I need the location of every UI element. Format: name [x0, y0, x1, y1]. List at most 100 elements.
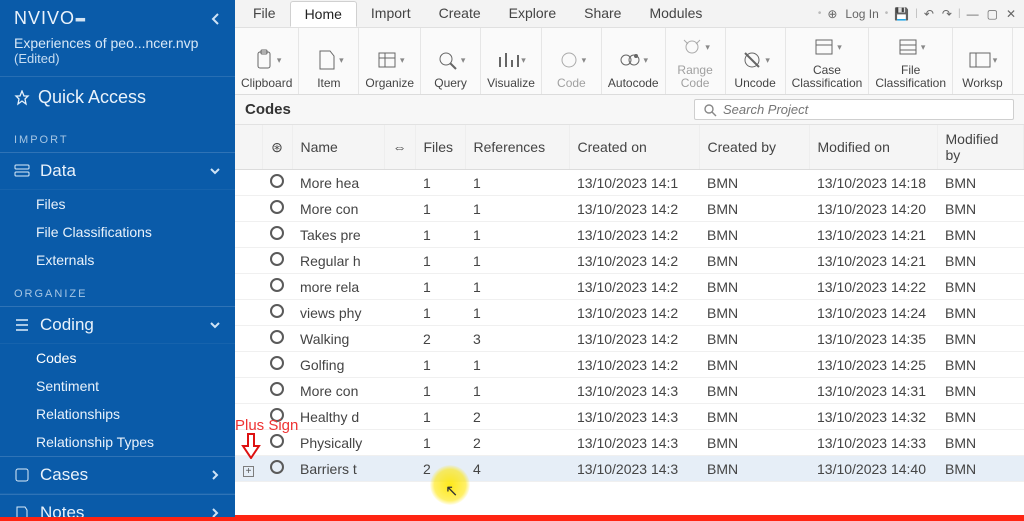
cell-refs: 1 [465, 274, 569, 300]
save-icon[interactable]: 💾 [890, 5, 913, 23]
code-row[interactable]: Walking2313/10/2023 14:2BMN13/10/2023 14… [235, 326, 1024, 352]
sidebar-group-data[interactable]: Data [0, 152, 235, 190]
cell-files: 1 [415, 274, 465, 300]
col-icon[interactable]: ⊛ [262, 125, 292, 170]
node-icon [262, 352, 292, 378]
brand-title: NVIVO▪▪▪ [14, 8, 84, 29]
sidebar-item-codes[interactable]: Codes [0, 344, 235, 372]
col-link-icon[interactable]: ⇔ [384, 125, 415, 170]
expand-toggle[interactable]: + [235, 456, 262, 482]
autocode-icon: ▾ [618, 45, 648, 75]
redo-icon[interactable]: ↷ [938, 5, 956, 23]
sidebar-item-reltypes[interactable]: Relationship Types [0, 428, 235, 456]
ribbon-autocode[interactable]: ▾Autocode [602, 28, 666, 94]
cell-modified-by: BMN [937, 326, 1024, 352]
sidebar-group-cases[interactable]: Cases [0, 456, 235, 494]
sidebar-item-sentiment[interactable]: Sentiment [0, 372, 235, 400]
code-row[interactable]: more rela1113/10/2023 14:2BMN13/10/2023 … [235, 274, 1024, 300]
ribbon-query[interactable]: ▾Query [421, 28, 481, 94]
cell-files: 1 [415, 404, 465, 430]
cell-modified-on: 13/10/2023 14:22 [809, 274, 937, 300]
cell-files: 2 [415, 456, 465, 482]
code-row[interactable]: Regular h1113/10/2023 14:2BMN13/10/2023 … [235, 248, 1024, 274]
sidebar-item-relationships[interactable]: Relationships [0, 400, 235, 428]
node-icon [262, 326, 292, 352]
cell-modified-on: 13/10/2023 14:32 [809, 404, 937, 430]
project-edited: (Edited) [14, 51, 221, 66]
ribbon-fileclass[interactable]: ▾File Classification [869, 28, 953, 94]
cell-refs: 2 [465, 404, 569, 430]
sidebar-group-coding[interactable]: Coding [0, 306, 235, 344]
cell-files: 1 [415, 248, 465, 274]
undo-icon[interactable]: ↶ [920, 5, 938, 23]
ribbon-uncode[interactable]: ▾Uncode [726, 28, 786, 94]
sidebar-item-files[interactable]: Files [0, 190, 235, 218]
cell-modified-by: BMN [937, 430, 1024, 456]
cell-modified-by: BMN [937, 352, 1024, 378]
code-row[interactable]: Takes pre1113/10/2023 14:2BMN13/10/2023 … [235, 222, 1024, 248]
clipboard-icon: ▾ [252, 45, 282, 75]
code-row[interactable]: Physically1213/10/2023 14:3BMN13/10/2023… [235, 430, 1024, 456]
chevron-down-icon [209, 319, 221, 331]
ribbon-clipboard[interactable]: ▾Clipboard [235, 28, 299, 94]
menu-tab-create[interactable]: Create [425, 1, 495, 27]
code-row[interactable]: Healthy d1213/10/2023 14:3BMN13/10/2023 … [235, 404, 1024, 430]
ribbon-expand-icon[interactable]: ⊕ [823, 5, 841, 23]
ribbon-rangecode: ▾Range Code [666, 28, 726, 94]
code-row[interactable]: More hea1113/10/2023 14:1BMN13/10/2023 1… [235, 170, 1024, 196]
col-modified-on[interactable]: Modified on [809, 125, 937, 170]
node-icon [262, 456, 292, 482]
cell-created-on: 13/10/2023 14:3 [569, 456, 699, 482]
login-link[interactable]: Log In [841, 5, 882, 23]
cell-created-on: 13/10/2023 14:1 [569, 170, 699, 196]
rangecode-icon: ▾ [680, 32, 710, 62]
menu-tab-share[interactable]: Share [570, 1, 635, 27]
panel-title: Codes [245, 101, 291, 118]
cell-modified-on: 13/10/2023 14:21 [809, 248, 937, 274]
col-created-by[interactable]: Created by [699, 125, 809, 170]
chevron-down-icon [209, 165, 221, 177]
col-references[interactable]: References [465, 125, 569, 170]
cell-modified-by: BMN [937, 300, 1024, 326]
code-row[interactable]: views phy1113/10/2023 14:2BMN13/10/2023 … [235, 300, 1024, 326]
sidebar-item-externals[interactable]: Externals [0, 246, 235, 274]
cell-refs: 1 [465, 300, 569, 326]
cell-modified-by: BMN [937, 170, 1024, 196]
col-files[interactable]: Files [415, 125, 465, 170]
window-restore-icon[interactable]: ▢ [983, 5, 1002, 23]
cell-modified-by: BMN [937, 404, 1024, 430]
search-input[interactable] [723, 102, 1005, 117]
menu-tab-modules[interactable]: Modules [635, 1, 716, 27]
code-row[interactable]: Golfing1113/10/2023 14:2BMN13/10/2023 14… [235, 352, 1024, 378]
menu-tab-explore[interactable]: Explore [495, 1, 570, 27]
quick-access[interactable]: Quick Access [0, 76, 235, 120]
code-row[interactable]: +Barriers t2413/10/2023 14:3BMN13/10/202… [235, 456, 1024, 482]
cell-refs: 1 [465, 222, 569, 248]
col-modified-by[interactable]: Modified by [937, 125, 1024, 170]
ribbon-worksp[interactable]: ▾Worksp [953, 28, 1013, 94]
cell-modified-on: 13/10/2023 14:25 [809, 352, 937, 378]
code-row[interactable]: More con1113/10/2023 14:2BMN13/10/2023 1… [235, 196, 1024, 222]
cell-name: Healthy d [292, 404, 384, 430]
ribbon-visualize[interactable]: ▾Visualize [481, 28, 542, 94]
cell-files: 1 [415, 378, 465, 404]
node-icon [262, 274, 292, 300]
window-minimize-icon[interactable]: — [963, 5, 983, 23]
section-import-label: IMPORT [0, 120, 235, 152]
cell-modified-on: 13/10/2023 14:33 [809, 430, 937, 456]
search-box[interactable] [694, 99, 1014, 120]
ribbon-item[interactable]: ▾Item [299, 28, 359, 94]
menu-tab-import[interactable]: Import [357, 1, 425, 27]
menu-tab-home[interactable]: Home [290, 1, 357, 27]
col-created-on[interactable]: Created on [569, 125, 699, 170]
col-name[interactable]: Name [292, 125, 384, 170]
code-row[interactable]: More con1113/10/2023 14:3BMN13/10/2023 1… [235, 378, 1024, 404]
sidebar-collapse-icon[interactable] [211, 12, 221, 26]
ribbon-caseclass[interactable]: ▾Case Classification [786, 28, 870, 94]
ribbon-organize[interactable]: ▾Organize [359, 28, 421, 94]
window-close-icon[interactable]: ✕ [1002, 5, 1020, 23]
cell-name: Regular h [292, 248, 384, 274]
ribbon-code: ▾Code [542, 28, 602, 94]
menu-tab-file[interactable]: File [239, 1, 290, 27]
sidebar-item-fileclass[interactable]: File Classifications [0, 218, 235, 246]
